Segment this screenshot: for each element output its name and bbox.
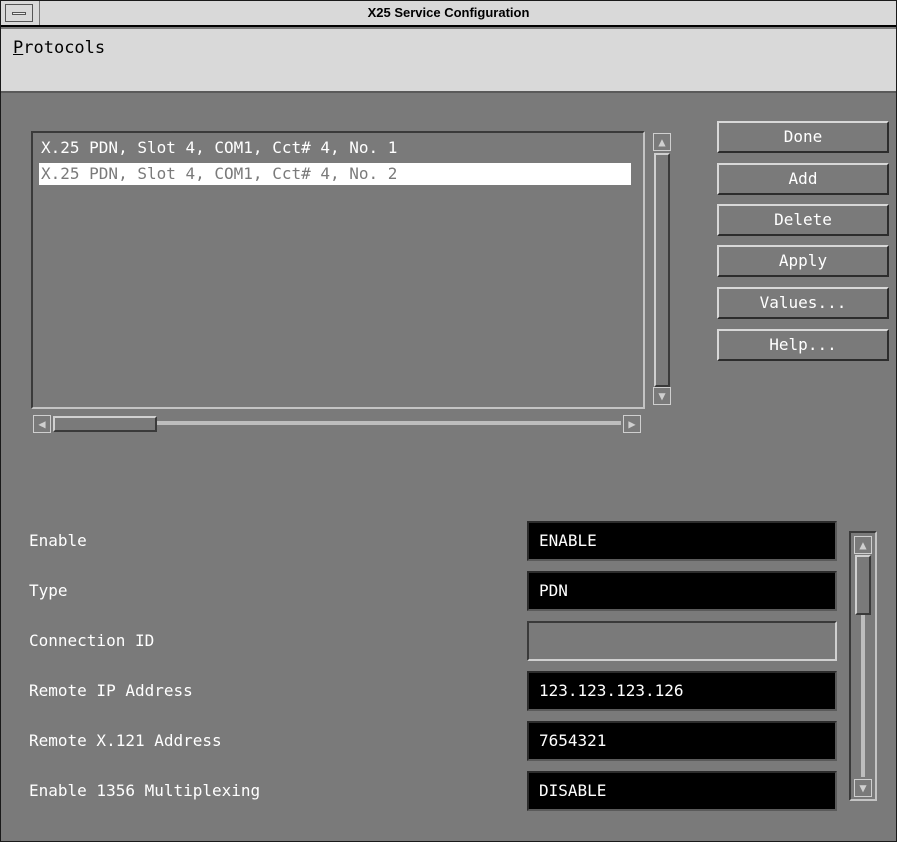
- field-label-type: Type: [29, 581, 68, 600]
- list-vertical-scrollbar[interactable]: ▲ ▼: [651, 131, 673, 407]
- hscroll-track: [157, 421, 621, 425]
- add-button[interactable]: Add: [717, 163, 889, 195]
- menu-protocols-label: rotocols: [23, 38, 106, 58]
- arrow-up-icon[interactable]: ▲: [653, 133, 671, 151]
- list-item[interactable]: X.25 PDN, Slot 4, COM1, Cct# 4, No. 1: [39, 137, 397, 159]
- delete-button[interactable]: Delete: [717, 204, 889, 236]
- field-value-connection-id[interactable]: [527, 621, 837, 661]
- arrow-down-icon[interactable]: ▼: [653, 387, 671, 405]
- field-value-type[interactable]: PDN: [527, 571, 837, 611]
- window-title: X25 Service Configuration: [367, 5, 530, 20]
- field-label-remote-ip: Remote IP Address: [29, 681, 193, 700]
- fields-vertical-scrollbar[interactable]: ▲ ▼: [849, 531, 877, 801]
- field-value-remote-ip[interactable]: 123.123.123.126: [527, 671, 837, 711]
- done-button[interactable]: Done: [717, 121, 889, 153]
- field-label-multiplexing: Enable 1356 Multiplexing: [29, 781, 261, 800]
- list-hscroll-thumb[interactable]: [53, 416, 157, 432]
- apply-button[interactable]: Apply: [717, 245, 889, 277]
- fields-vscroll-thumb[interactable]: [855, 555, 871, 615]
- arrow-left-icon[interactable]: ◀: [33, 415, 51, 433]
- field-value-enable[interactable]: ENABLE: [527, 521, 837, 561]
- menu-protocols-mnemonic: P: [13, 38, 24, 58]
- field-label-connection-id: Connection ID: [29, 631, 155, 650]
- window-menu-icon[interactable]: [5, 4, 33, 22]
- title-separator: [39, 1, 40, 25]
- menu-bar: Protocols: [1, 29, 896, 93]
- arrow-right-icon[interactable]: ▶: [623, 415, 641, 433]
- field-label-remote-x121: Remote X.121 Address: [29, 731, 222, 750]
- field-value-multiplexing[interactable]: DISABLE: [527, 771, 837, 811]
- arrow-down-icon[interactable]: ▼: [854, 779, 872, 797]
- arrow-up-icon[interactable]: ▲: [854, 536, 872, 554]
- list-vscroll-thumb[interactable]: [654, 153, 670, 387]
- list-horizontal-scrollbar[interactable]: ◀ ▶: [31, 413, 645, 435]
- values-button[interactable]: Values...: [717, 287, 889, 319]
- list-item-selected[interactable]: X.25 PDN, Slot 4, COM1, Cct# 4, No. 2: [39, 163, 631, 185]
- protocol-list[interactable]: X.25 PDN, Slot 4, COM1, Cct# 4, No. 1 X.…: [31, 131, 645, 409]
- title-bar: X25 Service Configuration: [1, 1, 896, 27]
- help-button[interactable]: Help...: [717, 329, 889, 361]
- menu-protocols[interactable]: Protocols: [13, 29, 105, 67]
- field-label-enable: Enable: [29, 531, 87, 550]
- x25-config-window: X25 Service Configuration Protocols X.25…: [0, 0, 897, 842]
- fields-vscroll-track: [861, 615, 865, 777]
- field-value-remote-x121[interactable]: 7654321: [527, 721, 837, 761]
